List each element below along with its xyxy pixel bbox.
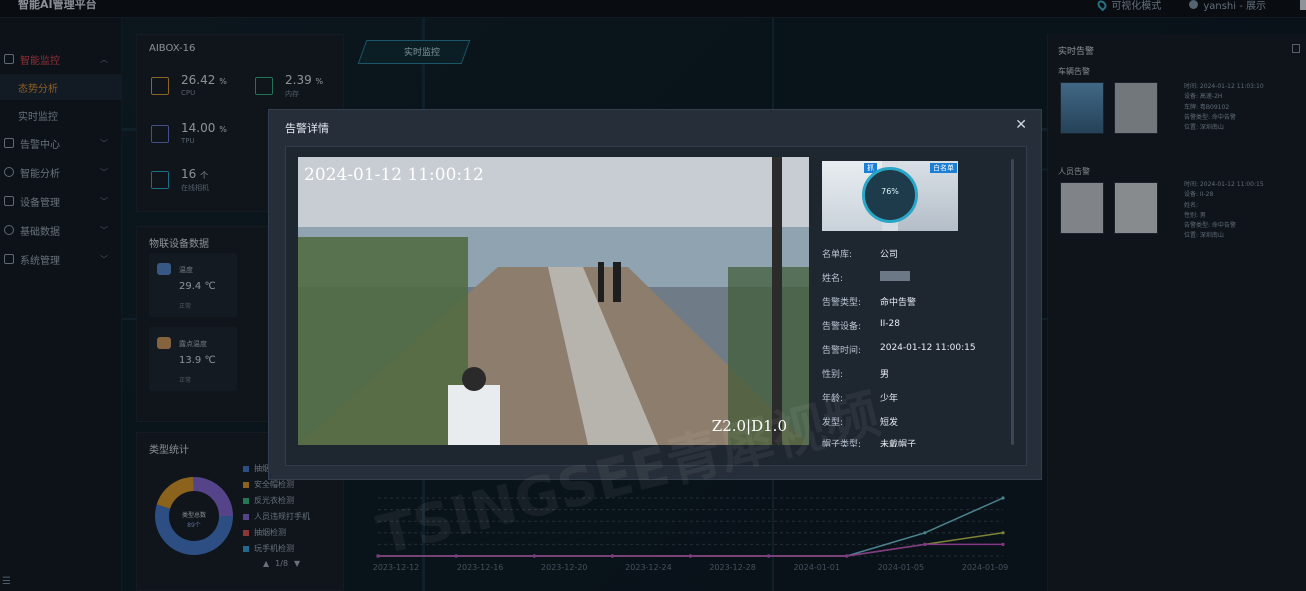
modal-title: 告警详情 (285, 122, 329, 135)
pedestrian (613, 262, 621, 302)
field-value: 公司 (880, 250, 899, 260)
field-key: 名单库: (822, 250, 853, 260)
alarm-detail-modal: 告警详情 ✕ 2024-01-12 11:00:12 Z2.0|D1.0 抓 白… (268, 109, 1042, 480)
field-hat-type: 帽子类型: 未戴帽子 (822, 437, 916, 447)
pedestrian (598, 262, 604, 302)
field-hairstyle: 发型: 短发 (822, 415, 898, 428)
whitelist-tag: 白名单 (930, 163, 957, 173)
video-timestamp: 2024-01-12 11:00:12 (304, 165, 484, 185)
field-key: 年龄: (822, 394, 844, 404)
field-key: 发型: (822, 418, 844, 428)
field-key: 告警类型: (822, 298, 862, 308)
field-value: 2024-01-12 11:00:15 (880, 343, 976, 353)
field-value: 短发 (880, 418, 899, 428)
field-key: 帽子类型: (822, 440, 862, 447)
field-key: 告警时间: (822, 346, 862, 356)
person-in-foreground (448, 385, 500, 445)
field-value: 命中告警 (880, 298, 917, 308)
field-age: 年龄: 少年 (822, 391, 898, 404)
field-value: II-28 (880, 319, 901, 329)
match-score: 76% (881, 187, 899, 196)
modal-body: 2024-01-12 11:00:12 Z2.0|D1.0 抓 白名单 76% … (285, 146, 1027, 466)
field-key: 性别: (822, 370, 844, 380)
field-value: 少年 (880, 394, 899, 404)
person-head (462, 367, 486, 391)
field-list-name: 名单库: 公司 (822, 247, 898, 260)
face-compare-card[interactable]: 抓 白名单 76% (822, 161, 958, 231)
field-alarm-time: 告警时间: 2024-01-12 11:00:15 (822, 343, 976, 356)
field-key: 姓名: (822, 274, 844, 284)
app-root: 智能AI管理平台 可视化模式 yanshi - 展示 智能监控 ︿ 态势分析 实… (0, 0, 1306, 591)
field-alarm-device: 告警设备: II-28 (822, 319, 900, 332)
field-value-masked (880, 271, 910, 281)
field-value: 未戴帽子 (880, 440, 917, 447)
field-gender: 性别: 男 (822, 367, 889, 380)
left-plants (298, 237, 468, 445)
field-name: 姓名: (822, 271, 910, 284)
detail-scrollbar[interactable] (1011, 159, 1014, 445)
field-value: 男 (880, 370, 890, 380)
field-alarm-type: 告警类型: 命中告警 (822, 295, 916, 308)
camera-snapshot[interactable]: 2024-01-12 11:00:12 Z2.0|D1.0 (298, 157, 809, 445)
pole (772, 157, 782, 445)
camera-scene (298, 157, 809, 445)
field-key: 告警设备: (822, 322, 862, 332)
video-zoom-overlay: Z2.0|D1.0 (711, 417, 787, 435)
close-icon[interactable]: ✕ (1015, 117, 1027, 133)
